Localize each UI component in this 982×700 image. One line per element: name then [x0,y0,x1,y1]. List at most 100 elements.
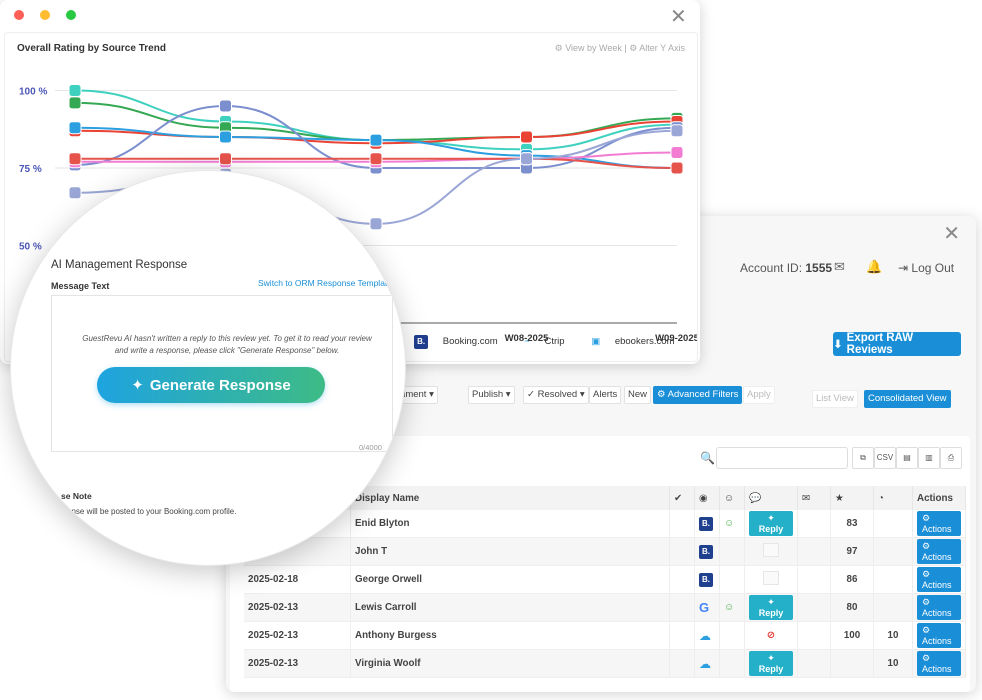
table-row[interactable]: 2025-02-13 Lewis Carroll G ☺ ✦ Reply 80 ⚙ Acti… [244,593,966,622]
reply-cell[interactable]: ✦ Reply [744,649,798,678]
reply-cell[interactable]: ✦ Reply [744,593,798,622]
reply-column-icon[interactable]: 💬 [744,486,798,510]
actions-button[interactable]: ⚙ Actions [917,623,961,648]
ai-panel-title: AI Management Response [51,259,188,271]
sentiment-column-icon[interactable]: ☺ [719,486,745,510]
sentiment-cell: ☺ [719,593,745,622]
data-point [219,152,232,166]
actions-cell[interactable]: ⚙ Actions [912,510,966,538]
publish-filter[interactable]: Publish ▾ [468,386,515,404]
data-point [68,96,82,110]
list-view-toggle[interactable]: List View [812,390,858,408]
booking-icon: B. [414,335,429,349]
reply-button[interactable]: ✦ Reply [749,651,793,676]
actions-cell[interactable]: ⚙ Actions [912,593,966,622]
advanced-filters-button[interactable]: ⚙ Advanced Filters [653,386,743,404]
logout-link[interactable]: ⇥ Log Out [898,261,954,275]
table-row[interactable]: 20John TB.97⚙ Actions [244,537,966,566]
excel-icon[interactable]: ▤ [896,447,918,469]
rating-cell: 86 [830,565,874,594]
ctrip-icon: ☁ [699,628,711,643]
resolved-cell[interactable] [669,537,695,566]
ai-hint-text: GuestRevu AI hasn't written a reply to t… [82,334,372,355]
chart-options[interactable]: ⚙ View by Week | ⚙ Alter Y Axis [555,43,685,54]
window-close-dot[interactable] [14,10,24,20]
consolidated-view-toggle[interactable]: Consolidated View [864,390,951,408]
close-icon[interactable]: ✕ [670,4,687,29]
table-row[interactable]: 2025-02-13 Virginia Woolf ☁ ✦ Reply 10 ⚙ Acti… [244,649,966,678]
resolved-cell[interactable] [669,565,695,594]
window-minimize-dot[interactable] [40,10,50,20]
response-note-label: se Note [61,491,92,501]
mail-cell [797,510,831,538]
table-row[interactable]: 2025-02-18 George Orwell B. 86 ⚙ Actions [244,565,966,594]
check-column-icon[interactable]: ✔ [669,486,695,510]
score-cell [873,565,913,594]
resolved-cell[interactable] [669,621,695,650]
mail-cell [797,649,831,678]
reviewer-name: Anthony Burgess [350,621,670,650]
data-point [369,133,383,147]
mail-column-icon[interactable]: ✉ [797,486,831,510]
pdf-icon[interactable]: ▥ [918,447,940,469]
generate-response-button[interactable]: ✦ Generate Response [97,367,325,403]
actions-button[interactable]: ⚙ Actions [917,539,961,564]
sentiment-cell [719,537,745,566]
ctrip-icon: ~ [524,336,530,347]
smile-icon: ☺ [724,602,735,613]
account-id: Account ID: 1555 [740,261,833,275]
copy-icon[interactable]: ⧉ [852,447,874,469]
actions-button[interactable]: ⚙ Actions [917,595,961,620]
actions-button[interactable]: ⚙ Actions [917,567,961,592]
actions-cell[interactable]: ⚙ Actions [912,621,966,650]
csv-button[interactable]: CSV [874,447,896,469]
actions-cell[interactable]: ⚙ Actions [912,537,966,566]
close-icon[interactable]: ✕ [943,221,960,246]
reviewer-name: Enid Blyton [350,510,670,538]
review-date: 2025-02-13 [244,593,351,622]
apply-button[interactable]: Apply [743,386,775,404]
actions-column-header[interactable]: Actions [912,486,966,510]
legend-booking[interactable]: B. Booking.com [414,335,510,349]
resolved-filter[interactable]: ✓ Resolved ▾ [523,386,589,404]
export-raw-reviews-button[interactable]: ⬇ Export RAW Reviews [833,332,961,356]
actions-cell[interactable]: ⚙ Actions [912,649,966,678]
actions-button[interactable]: ⚙ Actions [917,511,961,536]
reply-button[interactable]: ✦ Reply [749,595,793,620]
resolved-cell[interactable] [669,510,695,538]
resolved-cell[interactable] [669,649,695,678]
table-row[interactable]: Enid Blyton B. ☺ ✦ Reply 83 ⚙ Actions [244,510,966,538]
source-cell: ☁ [694,621,720,650]
reviews-table: Display Name ✔ ◉ ☺ 💬 ✉ ★ ◔ Actions Enid … [244,486,966,678]
score-column-icon[interactable]: ◔ [873,486,913,510]
mail-cell [797,565,831,594]
reply-cell[interactable]: ✦ Reply [744,510,798,538]
booking-icon: B. [699,516,713,531]
mail-cell [797,621,831,650]
rating-column-icon[interactable]: ★ [830,486,874,510]
actions-button[interactable]: ⚙ Actions [917,651,961,676]
table-row[interactable]: 2025-02-13 Anthony Burgess ☁ ⊘ 100 10 ⚙ Action… [244,621,966,650]
reply-button[interactable]: ✦ Reply [749,511,793,536]
window-maximize-dot[interactable] [66,10,76,20]
display-name-column-header[interactable]: Display Name [350,486,670,510]
score-cell: 10 [873,649,913,678]
alerts-filter[interactable]: Alerts [589,386,622,404]
new-filter[interactable]: New [624,386,652,404]
mail-icon[interactable]: ✉ [834,259,845,275]
switch-template-link[interactable]: Switch to ORM Response Templat [258,278,387,288]
legend-ebookers[interactable]: ▣ ebookers.com [591,336,686,347]
search-input[interactable] [716,447,848,469]
legend-ctrip[interactable]: ~ Ctrip [524,336,576,347]
reply-cell [744,537,798,566]
ctrip-icon: ☁ [699,656,711,671]
actions-cell[interactable]: ⚙ Actions [912,565,966,594]
bell-icon[interactable]: 🔔 [866,259,882,275]
source-cell: B. [694,565,720,594]
source-column-icon[interactable]: ◉ [694,486,720,510]
resolved-cell[interactable] [669,593,695,622]
print-icon[interactable]: ⎙ [940,447,962,469]
data-point [369,152,383,166]
search-icon: 🔍 [700,451,715,465]
rating-cell: 100 [830,621,874,650]
